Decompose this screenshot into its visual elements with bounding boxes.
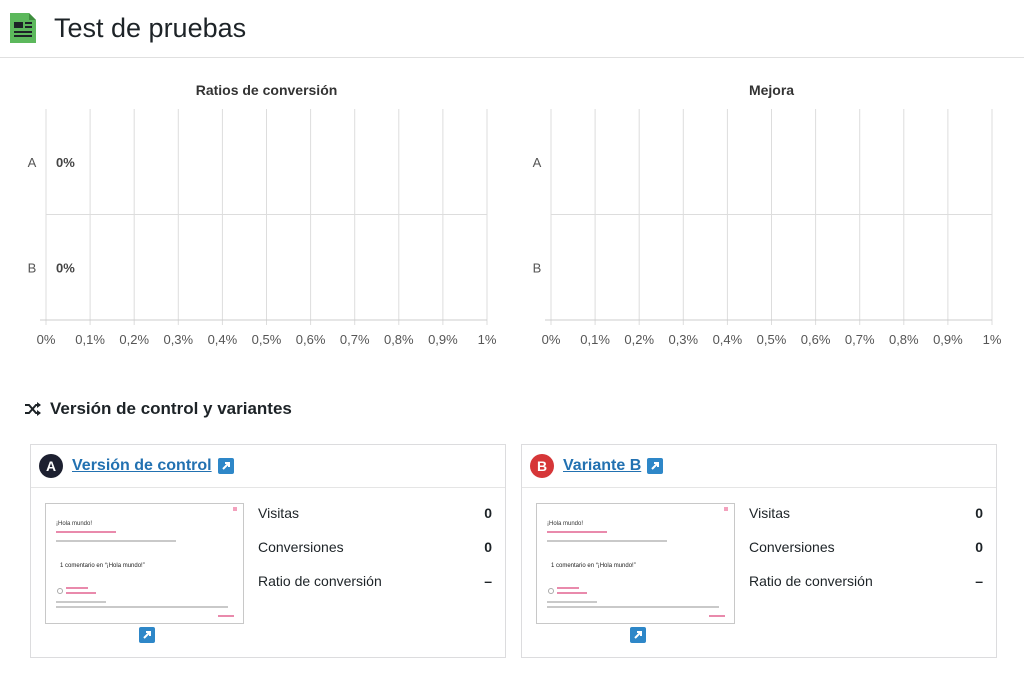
section-title: Versión de control y variantes bbox=[24, 396, 292, 422]
thumbnail-post-title: ¡Hola mundo! bbox=[56, 521, 93, 527]
thumbnail-close-mark bbox=[724, 507, 728, 511]
stat-value: – bbox=[484, 573, 492, 589]
y-tick-label: B bbox=[533, 260, 542, 275]
thumbnail-comments-title: 1 comentario en “¡Hola mundo!” bbox=[551, 563, 636, 569]
variant-badge: A bbox=[39, 454, 63, 478]
x-tick-label: 0,9% bbox=[428, 332, 458, 347]
external-link-icon[interactable] bbox=[630, 627, 646, 643]
variant-thumbnail[interactable]: ¡Hola mundo! 1 comentario en “¡Hola mund… bbox=[45, 503, 244, 624]
stat-label: Visitas bbox=[749, 505, 790, 521]
x-tick-label: 0,7% bbox=[845, 332, 875, 347]
page-header: Test de pruebas bbox=[0, 0, 1024, 58]
variant-thumbnail[interactable]: ¡Hola mundo! 1 comentario en “¡Hola mund… bbox=[536, 503, 735, 624]
x-tick-label: 0% bbox=[37, 332, 56, 347]
stat-label: Ratio de conversión bbox=[749, 573, 873, 589]
stat-label: Conversiones bbox=[258, 539, 344, 555]
variant-card-header: A Versión de control bbox=[31, 445, 505, 488]
variant-stats: Visitas 0 Conversiones 0 Ratio de conver… bbox=[258, 503, 492, 605]
variant-name-link[interactable]: Variante B bbox=[563, 457, 641, 475]
chart-title: Mejora bbox=[749, 82, 794, 98]
x-tick-label: 0,7% bbox=[340, 332, 370, 347]
x-tick-label: 0,5% bbox=[252, 332, 282, 347]
x-tick-label: 0,2% bbox=[624, 332, 654, 347]
x-tick-label: 0,3% bbox=[668, 332, 698, 347]
y-tick-label: B bbox=[28, 260, 37, 275]
thumbnail-comment-date bbox=[557, 592, 587, 594]
x-tick-label: 0,9% bbox=[933, 332, 963, 347]
variant-card-b: B Variante B ¡Hola mundo! 1 comentario e… bbox=[521, 444, 997, 658]
stat-value: 0 bbox=[975, 539, 983, 555]
x-tick-label: 0,6% bbox=[801, 332, 831, 347]
stat-label: Conversiones bbox=[749, 539, 835, 555]
x-tick-label: 0,1% bbox=[75, 332, 105, 347]
bar-value-label: 0% bbox=[56, 260, 75, 275]
thumbnail-text-line bbox=[547, 601, 597, 603]
x-tick-label: 0,4% bbox=[713, 332, 743, 347]
thumbnail-comment-date bbox=[66, 592, 96, 594]
x-tick-label: 0,5% bbox=[757, 332, 787, 347]
chart-title: Ratios de conversión bbox=[196, 82, 338, 98]
thumbnail-post-meta bbox=[56, 531, 116, 533]
chart-svg: Ratios de conversión 0% 0,1% 0,2% 0,3% 0,4% 0,… bbox=[28, 82, 497, 347]
stat-value: 0 bbox=[975, 505, 983, 521]
x-tick-label: 0,8% bbox=[384, 332, 414, 347]
thumbnail-post-title: ¡Hola mundo! bbox=[547, 521, 584, 527]
x-tick-label: 0,1% bbox=[580, 332, 610, 347]
variant-stats: Visitas 0 Conversiones 0 Ratio de conver… bbox=[749, 503, 983, 605]
thumbnail-close-mark bbox=[233, 507, 237, 511]
section-title-text: Versión de control y variantes bbox=[50, 399, 292, 418]
x-tick-label: 1% bbox=[478, 332, 497, 347]
document-icon bbox=[10, 13, 36, 43]
thumbnail-comment-author bbox=[66, 587, 88, 589]
external-link-icon[interactable] bbox=[217, 458, 234, 474]
page-title: Test de pruebas bbox=[54, 13, 247, 43]
thumbnail-reply-link bbox=[218, 615, 234, 617]
thumbnail-comments-title: 1 comentario en “¡Hola mundo!” bbox=[60, 563, 145, 569]
variant-card-header: B Variante B bbox=[522, 445, 996, 488]
stat-label: Visitas bbox=[258, 505, 299, 521]
variant-badge: B bbox=[530, 454, 554, 478]
chart-svg: Mejora 0% 0,1% 0,2% 0,3% 0,4% 0,5% 0,6% 0,7% 0,8%… bbox=[533, 82, 1002, 347]
x-tick-label: 0,6% bbox=[296, 332, 326, 347]
variant-card-a: A Versión de control ¡Hola mundo! 1 come… bbox=[30, 444, 506, 658]
stat-row-conversions: Conversiones 0 bbox=[749, 537, 983, 571]
x-tick-label: 0,8% bbox=[889, 332, 919, 347]
stat-value: – bbox=[975, 573, 983, 589]
conversion-rate-chart: Ratios de conversión 0% 0,1% 0,2% 0,3% 0,4% 0,… bbox=[18, 78, 498, 358]
external-link-icon[interactable] bbox=[647, 458, 664, 474]
x-tick-label: 0% bbox=[542, 332, 561, 347]
stat-row-conversions: Conversiones 0 bbox=[258, 537, 492, 571]
x-tick-label: 0,4% bbox=[208, 332, 238, 347]
stat-label: Ratio de conversión bbox=[258, 573, 382, 589]
thumbnail-reply-link bbox=[709, 615, 725, 617]
improvement-chart: Mejora 0% 0,1% 0,2% 0,3% 0,4% 0,5% 0,6% 0,7% 0,8%… bbox=[523, 78, 1003, 358]
thumbnail-avatar bbox=[548, 588, 554, 594]
x-tick-label: 0,2% bbox=[119, 332, 149, 347]
thumbnail-post-meta bbox=[547, 531, 607, 533]
thumbnail-comment-author bbox=[557, 587, 579, 589]
thumbnail-text-line bbox=[547, 540, 667, 542]
thumbnail-text-line bbox=[56, 601, 106, 603]
stat-row-visits: Visitas 0 bbox=[258, 503, 492, 537]
shuffle-icon bbox=[25, 402, 41, 416]
stat-row-conversion-rate: Ratio de conversión – bbox=[258, 571, 492, 605]
external-link-icon[interactable] bbox=[139, 627, 155, 643]
variant-name-link[interactable]: Versión de control bbox=[72, 457, 212, 475]
x-tick-label: 0,3% bbox=[163, 332, 193, 347]
stat-row-conversion-rate: Ratio de conversión – bbox=[749, 571, 983, 605]
stat-value: 0 bbox=[484, 505, 492, 521]
x-tick-label: 1% bbox=[983, 332, 1002, 347]
y-tick-label: A bbox=[533, 155, 542, 170]
y-tick-label: A bbox=[28, 155, 37, 170]
thumbnail-text-line bbox=[547, 606, 719, 608]
bar-value-label: 0% bbox=[56, 155, 75, 170]
thumbnail-avatar bbox=[57, 588, 63, 594]
thumbnail-text-line bbox=[56, 606, 228, 608]
thumbnail-text-line bbox=[56, 540, 176, 542]
stat-row-visits: Visitas 0 bbox=[749, 503, 983, 537]
stat-value: 0 bbox=[484, 539, 492, 555]
